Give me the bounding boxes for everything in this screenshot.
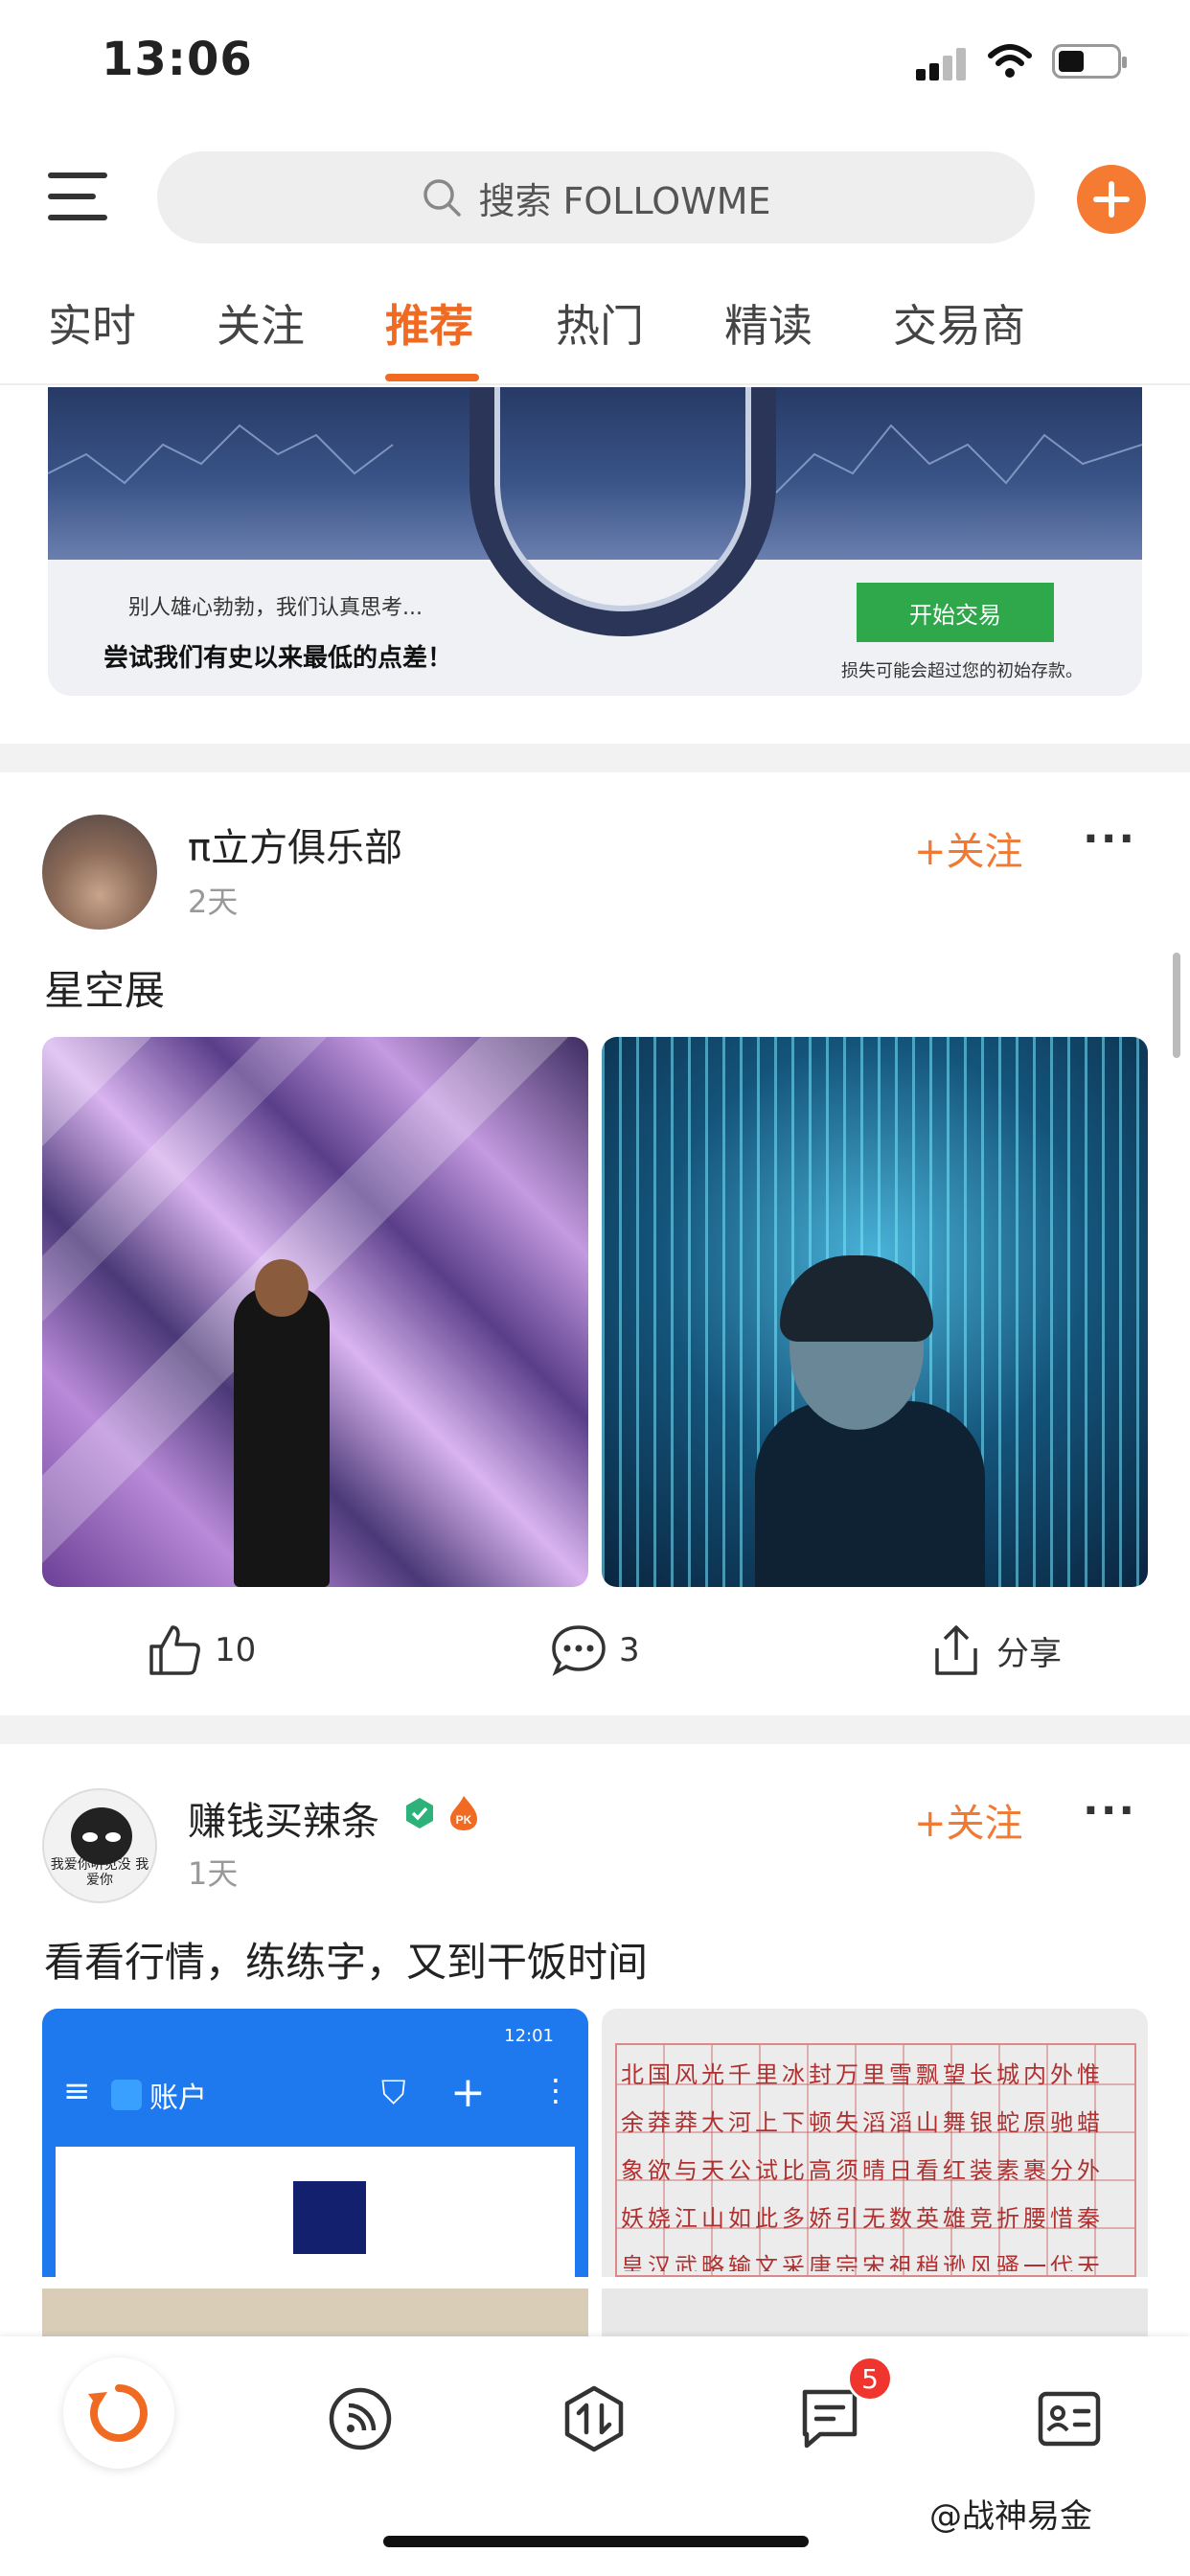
post-image[interactable]: 北国风光千里冰封万里雪飘望长城内外惟余莽莽大河上下顿失滔滔山舞银蛇原驰蜡象欲与天…	[602, 2009, 1148, 2277]
ad-headline: 尝试我们有史以来最低的点差！	[103, 644, 453, 673]
phone-status-bar: 12:01	[42, 2009, 588, 2062]
post-time: 2天	[188, 884, 239, 920]
section-separator	[0, 1715, 1190, 1744]
more-options-icon[interactable]: ···	[1083, 815, 1136, 863]
wifi-icon	[988, 44, 1032, 78]
pk-flame-icon: PK	[450, 1796, 477, 1830]
active-tab-indicator	[385, 374, 479, 381]
home-indicator[interactable]	[383, 2536, 809, 2547]
follow-button[interactable]: +关注	[914, 820, 1023, 876]
post-username[interactable]: π立方俱乐部	[188, 816, 402, 872]
avatar[interactable]	[42, 815, 157, 930]
plus-icon	[1093, 181, 1130, 218]
cellular-signal-icon	[916, 46, 970, 80]
like-button[interactable]: 10	[146, 1622, 256, 1679]
post-image[interactable]	[602, 1037, 1148, 1587]
home-refresh-icon	[88, 2384, 148, 2442]
avatar[interactable]: 我爱你听见没 我爱你	[42, 1788, 157, 1903]
post-image[interactable]	[602, 2288, 1148, 2336]
tab-featured[interactable]: 精读	[724, 291, 812, 355]
ad-banner[interactable]: 别人雄心勃勃，我们认真思考... 尝试我们有史以来最低的点差！ 开始交易 损失可…	[48, 387, 1142, 696]
comment-count: 3	[619, 1631, 640, 1669]
post-text: 星空展	[44, 967, 166, 1014]
avatar-caption: 我爱你听见没 我爱你	[50, 1857, 149, 1888]
comment-button[interactable]: 3	[550, 1622, 640, 1679]
more-options-icon[interactable]: ···	[1083, 1786, 1136, 1835]
battery-icon	[1052, 44, 1127, 79]
tab-hot[interactable]: 热门	[556, 291, 644, 355]
share-icon	[935, 1625, 977, 1675]
nav-feed[interactable]	[316, 2375, 404, 2463]
section-separator	[0, 744, 1190, 772]
like-count: 10	[215, 1631, 257, 1669]
profile-card-icon	[1038, 2391, 1101, 2447]
nav-trade[interactable]	[550, 2375, 638, 2463]
ad-start-trading-button[interactable]: 开始交易	[857, 583, 1054, 642]
search-input[interactable]: 搜索 FOLLOWME	[157, 151, 1035, 243]
watermark: @战神易金	[929, 2497, 1092, 2536]
phone-card	[56, 2147, 575, 2277]
tab-following[interactable]: 关注	[217, 291, 305, 355]
phone-app-bar: ≡ 账户 ⛉ + ⋮	[63, 2068, 571, 2117]
ad-tagline: 别人雄心勃勃，我们认真思考...	[128, 596, 423, 620]
thumbs-up-icon	[149, 1625, 200, 1675]
post-username[interactable]: 赚钱买辣条	[188, 1790, 379, 1846]
scrollbar[interactable]	[1173, 953, 1180, 1058]
share-button[interactable]: 分享	[927, 1622, 1062, 1679]
post-image[interactable]: 12:01 ≡ 账户 ⛉ + ⋮	[42, 2009, 588, 2277]
search-icon	[423, 179, 462, 217]
feed-icon	[329, 2387, 392, 2450]
verified-badge-icon	[406, 1798, 433, 1828]
ad-u-graphic	[469, 387, 776, 636]
messages-badge: 5	[847, 2356, 893, 2402]
menu-icon[interactable]	[48, 169, 107, 222]
ad-risk-note: 损失可能会超过您的初始存款。	[841, 661, 1083, 681]
svg-text:PK: PK	[456, 1813, 472, 1827]
post-image[interactable]	[42, 2288, 588, 2336]
tab-realtime[interactable]: 实时	[48, 291, 136, 355]
search-placeholder: 搜索 FOLLOWME	[478, 179, 771, 222]
tab-recommended[interactable]: 推荐	[385, 291, 473, 355]
post-time: 1天	[188, 1855, 239, 1892]
home-button[interactable]	[63, 2358, 174, 2469]
phone-status-time: 12:01	[504, 2026, 554, 2046]
share-label: 分享	[996, 1634, 1062, 1673]
post-image[interactable]	[42, 1037, 588, 1587]
app-logo-icon	[293, 2181, 366, 2254]
status-time: 13:06	[102, 33, 253, 86]
create-post-button[interactable]	[1077, 165, 1146, 234]
tab-brokers[interactable]: 交易商	[893, 291, 1025, 355]
post-text: 看看行情，练练字，又到干饭时间	[44, 1939, 649, 1986]
follow-button[interactable]: +关注	[914, 1792, 1023, 1848]
nav-profile[interactable]	[1025, 2375, 1113, 2463]
tab-divider	[0, 383, 1190, 385]
comment-icon	[552, 1625, 606, 1676]
calligraphy-text: 北国风光千里冰封万里雪飘望长城内外惟余莽莽大河上下顿失滔滔山舞银蛇原驰蜡象欲与天…	[621, 2061, 1104, 2271]
phone-app-title: 账户	[149, 2082, 207, 2115]
trade-icon	[564, 2385, 624, 2452]
